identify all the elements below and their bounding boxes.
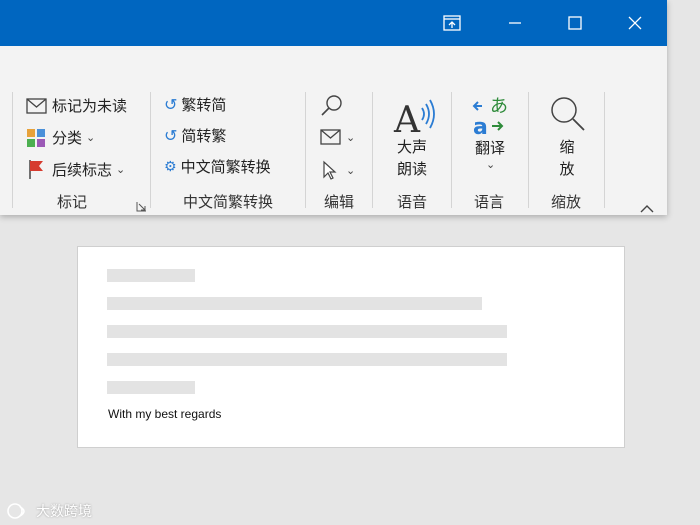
trad-to-simp-label: 繁转简 xyxy=(181,96,227,114)
watermark-logo-icon xyxy=(7,503,25,519)
envelope-unread-icon xyxy=(26,97,47,114)
chevron-down-icon: ⌄ xyxy=(116,162,126,176)
close-icon xyxy=(628,16,642,30)
text-placeholder-line xyxy=(107,297,482,310)
minimize-button[interactable] xyxy=(485,0,545,46)
translate-icon: あ a xyxy=(472,96,508,138)
read-aloud-label-line2: 朗读 xyxy=(396,160,427,178)
svg-text:あ: あ xyxy=(490,96,508,117)
chinese-convert-label: 中文简繁转换 xyxy=(180,158,271,176)
chevron-down-icon: ⌄ xyxy=(486,158,496,171)
find-button[interactable] xyxy=(320,94,344,116)
chevron-down-icon: ⌄ xyxy=(346,163,356,177)
chinese-convert-icon: ⚙ xyxy=(164,158,177,175)
group-separator xyxy=(150,92,151,208)
group-separator xyxy=(305,92,306,208)
text-placeholder-line xyxy=(107,381,195,394)
speech-group-label: 语音 xyxy=(396,193,427,211)
svg-text:a: a xyxy=(473,115,488,138)
group-separator xyxy=(451,92,452,208)
trad-to-simp-button[interactable]: ↺ 繁转简 xyxy=(164,94,226,115)
envelope-icon xyxy=(320,129,341,145)
zoom-icon xyxy=(551,97,585,131)
translate-button[interactable]: あ a 翻译 ⌄ xyxy=(465,92,515,180)
categorize-button[interactable]: 分类 ⌄ xyxy=(26,127,95,148)
language-group-label: 语言 xyxy=(473,193,504,211)
edit-group-label: 编辑 xyxy=(323,193,354,211)
zoom-label-line1: 缩 xyxy=(559,138,575,156)
tag-group-label: 标记 xyxy=(56,193,87,211)
chinese-convert-button[interactable]: ⚙ 中文简繁转换 xyxy=(164,156,271,177)
group-separator xyxy=(604,92,605,208)
simp-to-trad-button[interactable]: ↺ 简转繁 xyxy=(164,125,226,146)
translate-label: 翻译 xyxy=(474,139,505,157)
cursor-icon xyxy=(323,160,337,180)
message-body[interactable]: With my best regards xyxy=(77,246,625,448)
trad-to-simp-icon: ↺ xyxy=(164,95,178,114)
follow-up-button[interactable]: 后续标志 ⌄ xyxy=(26,158,125,180)
close-button[interactable] xyxy=(605,0,665,46)
mark-unread-button[interactable]: 标记为未读 xyxy=(26,95,127,116)
chevron-up-icon xyxy=(640,205,654,213)
collapse-ribbon-button[interactable] xyxy=(640,199,654,218)
pin-window-button[interactable] xyxy=(422,0,482,46)
read-aloud-button[interactable]: A 大声 朗读 xyxy=(386,92,438,180)
follow-up-label: 后续标志 xyxy=(52,160,113,179)
categorize-icon xyxy=(27,128,45,147)
watermark: 大数跨境 xyxy=(6,501,92,521)
group-separator xyxy=(372,92,373,208)
maximize-button[interactable] xyxy=(545,0,605,46)
simp-to-trad-icon: ↺ xyxy=(164,126,178,145)
categorize-label: 分类 xyxy=(52,129,83,147)
dialog-launcher-icon xyxy=(136,202,146,212)
read-aloud-label-line1: 大声 xyxy=(396,138,427,156)
svg-text:A: A xyxy=(393,100,421,138)
zoom-button[interactable]: 缩 放 xyxy=(541,92,593,180)
mark-unread-label: 标记为未读 xyxy=(52,97,128,115)
zoom-group-label: 缩放 xyxy=(550,193,581,211)
text-placeholder-line xyxy=(107,353,507,366)
convert-group-label: 中文简繁转换 xyxy=(182,193,273,211)
read-aloud-icon: A xyxy=(393,99,435,138)
watermark-text: 大数跨境 xyxy=(36,504,92,520)
signature-text: With my best regards xyxy=(108,407,222,421)
minimize-icon xyxy=(509,22,521,24)
title-bar xyxy=(0,0,667,46)
chevron-down-icon: ⌄ xyxy=(86,131,96,144)
pin-icon xyxy=(443,15,461,31)
replace-button[interactable]: ⌄ xyxy=(320,128,355,146)
search-icon xyxy=(321,95,342,116)
group-separator xyxy=(12,92,13,208)
dialog-launcher-button[interactable] xyxy=(136,197,147,216)
text-placeholder-line xyxy=(107,325,507,338)
select-button[interactable]: ⌄ xyxy=(320,160,355,180)
text-placeholder-line xyxy=(107,269,195,282)
group-separator xyxy=(528,92,529,208)
chevron-down-icon: ⌄ xyxy=(346,130,356,144)
flag-icon xyxy=(29,160,43,179)
zoom-label-line2: 放 xyxy=(559,160,575,178)
maximize-icon xyxy=(568,16,582,30)
simp-to-trad-label: 简转繁 xyxy=(181,127,227,145)
